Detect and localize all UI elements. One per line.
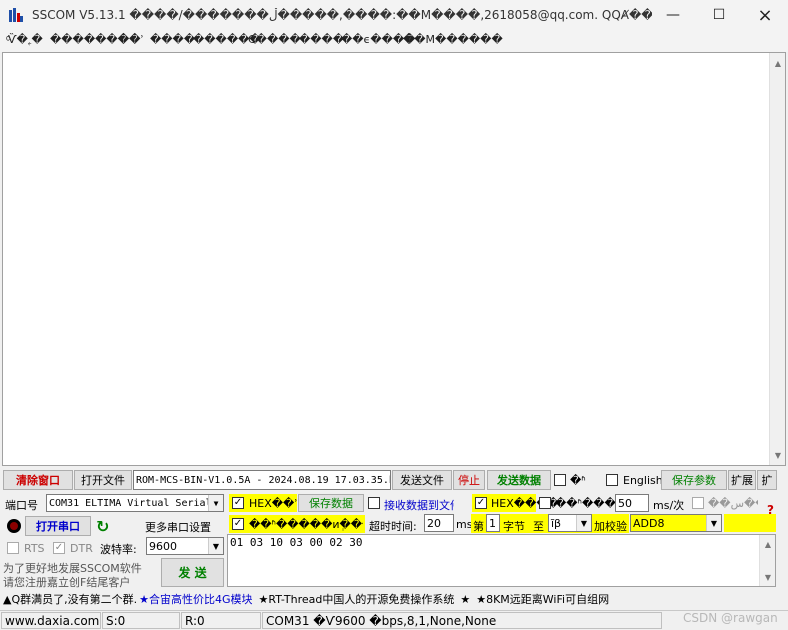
menu-item-send[interactable]: ����	[150, 33, 195, 46]
ad-item-rtthread[interactable]: ★RT-Thread中国人的开源免费操作系统	[259, 591, 455, 607]
scroll-up-icon[interactable]: ▲	[770, 55, 786, 71]
port-status-icon	[7, 519, 21, 533]
hex-display-checkbox[interactable]: ✓	[232, 497, 244, 509]
dtr-label: DTR	[70, 542, 93, 555]
baud-label: 波特率:	[100, 543, 137, 556]
chevron-down-icon[interactable]: ▼	[208, 495, 223, 511]
timed-send-checkbox[interactable]	[539, 497, 551, 509]
send-scrollbar[interactable]: ▲ ▼	[759, 535, 775, 586]
refresh-icon[interactable]: ↻	[96, 517, 109, 536]
english-checkbox[interactable]	[606, 474, 618, 486]
from-input[interactable]: 1	[486, 514, 500, 532]
newline-checkbox[interactable]	[692, 497, 704, 509]
file-path-field[interactable]: ROM-MCS-BIN-V1.0.5A - 2024.08.19 17.03.3…	[133, 470, 391, 490]
port-status: COM31 �Ѵ9600 �bps,8,1,None,None	[262, 612, 662, 629]
clear-window-button[interactable]: 清除窗口	[3, 470, 73, 490]
minimize-icon[interactable]: —	[650, 0, 696, 30]
open-file-button[interactable]: 打开文件	[74, 470, 132, 490]
send-data-button[interactable]: 发送数据	[487, 470, 551, 490]
save-params-button[interactable]: 保存参数	[661, 470, 727, 490]
open-port-button[interactable]: 打开串口	[25, 516, 91, 536]
timestamp-checkbox[interactable]	[554, 474, 566, 486]
menu-item-c[interactable]: C����	[248, 33, 301, 46]
add-timestamp-label: ��ʱ�����ͷְ���ʾ	[249, 518, 363, 531]
baud-select[interactable]: 9600 ▼	[146, 537, 224, 555]
timestamp-label: �ʱ	[570, 474, 586, 487]
sscom-app-icon	[9, 8, 23, 22]
receive-scrollbar[interactable]: ▲ ▼	[769, 53, 785, 465]
timeout-label: 超时时间:	[369, 520, 417, 533]
promo-line-2: 请您注册嘉立创F结尾客户	[3, 576, 131, 589]
received-count: R:0	[181, 612, 261, 629]
ad-item-qq[interactable]: ▲Q群满员了,没有第二个群.	[3, 591, 137, 607]
save-data-button[interactable]: 保存数据	[298, 494, 364, 512]
expand-button[interactable]: 扩展	[728, 470, 756, 490]
status-bar: www.daxia.com S:0 R:0 COM31 �Ѵ9600 �bps,…	[0, 610, 788, 630]
recv-to-file-label: 接收数据到文件	[384, 499, 454, 512]
sent-count: S:0	[102, 612, 180, 629]
checksum-label: 加校验	[594, 520, 627, 533]
maximize-icon[interactable]: ☐	[696, 0, 742, 30]
timeout-unit-label: ms	[456, 518, 473, 531]
stop-button[interactable]: 停止	[453, 470, 485, 490]
baud-select-value: 9600	[149, 539, 177, 553]
checksum-result	[724, 514, 776, 532]
star-icon: ★	[460, 592, 471, 606]
port-label: 端口号	[5, 499, 38, 512]
to-select-value: ĩβ	[551, 516, 562, 530]
rts-label: RTS	[24, 542, 45, 555]
ad-item-wifi[interactable]: ★8KM远距离WiFi可自组网	[476, 591, 609, 607]
more-port-settings-link[interactable]: 更多串口设置	[145, 519, 211, 535]
chevron-down-icon[interactable]: ▼	[576, 515, 591, 531]
send-button[interactable]: 发 送	[161, 558, 224, 587]
window-title: SSCOM V5.13.1 ����/�������ڵ�����,����:��…	[32, 8, 652, 22]
menu-item-port[interactable]: ͨѶ�˿�	[8, 33, 43, 46]
ad-bar: ▲Q群满员了,没有第二个群. ★合宙高性价比4G模块 ★RT-Thread中国人…	[0, 589, 788, 609]
port-select-value: COM31 ELTIMA Virtual Serial	[49, 497, 212, 509]
timeout-input[interactable]: 20	[424, 514, 454, 532]
rts-checkbox[interactable]	[7, 542, 19, 554]
menu-item-help[interactable]: ����	[299, 33, 344, 46]
website-link[interactable]: www.daxia.com	[1, 612, 101, 629]
send-text: 01 03 10 03 00 02 30	[230, 536, 363, 549]
watermark: CSDN @rawgan	[683, 611, 778, 625]
receive-textarea[interactable]: ▲ ▼	[2, 52, 786, 466]
to-select[interactable]: ĩβ ▼	[548, 514, 592, 532]
recv-to-file-checkbox[interactable]	[368, 497, 380, 509]
title-bar: SSCOM V5.13.1 ����/�������ڵ�����,����:��…	[0, 0, 788, 30]
chevron-down-icon[interactable]: ▼	[208, 538, 223, 554]
interval-unit-label: ms/次	[653, 499, 685, 512]
send-textarea[interactable]: 01 03 10 03 00 02 30 ▲ ▼	[227, 534, 776, 587]
scroll-down-icon[interactable]: ▼	[770, 447, 786, 463]
more-button[interactable]: 扩	[757, 470, 777, 490]
close-icon[interactable]: ×	[742, 0, 788, 30]
interval-input[interactable]: 50	[615, 494, 649, 512]
checksum-select-value: ADD8	[633, 516, 665, 530]
port-select[interactable]: COM31 ELTIMA Virtual Serial ▼	[46, 494, 224, 512]
byte-label: 字节	[503, 520, 525, 533]
scroll-down-icon[interactable]: ▼	[760, 569, 776, 585]
dtr-checkbox[interactable]: ✓	[53, 542, 65, 554]
hex-send-checkbox[interactable]: ✓	[475, 497, 487, 509]
menu-bar: ͨѶ�˿� �������� ��ʾ ���� ������ C���� ���…	[0, 30, 788, 52]
scroll-up-icon[interactable]: ▲	[760, 536, 776, 552]
checksum-select[interactable]: ADD8 ▼	[630, 514, 722, 532]
send-file-button[interactable]: 发送文件	[392, 470, 452, 490]
to-label: 至	[533, 520, 544, 533]
add-timestamp-checkbox[interactable]: ✓	[232, 518, 244, 530]
english-label: English	[623, 474, 663, 487]
newline-label: ��س�����	[708, 497, 758, 510]
chevron-down-icon[interactable]: ▼	[706, 515, 721, 531]
menu-item-display[interactable]: ��ʾ	[118, 33, 144, 46]
hex-display-label: HEX��ʾ	[249, 497, 298, 510]
from-label: 第	[473, 520, 484, 533]
ad-item-4g[interactable]: ★合宙高性价比4G模块	[139, 591, 252, 607]
menu-item-ad[interactable]: ��M������	[403, 33, 503, 46]
